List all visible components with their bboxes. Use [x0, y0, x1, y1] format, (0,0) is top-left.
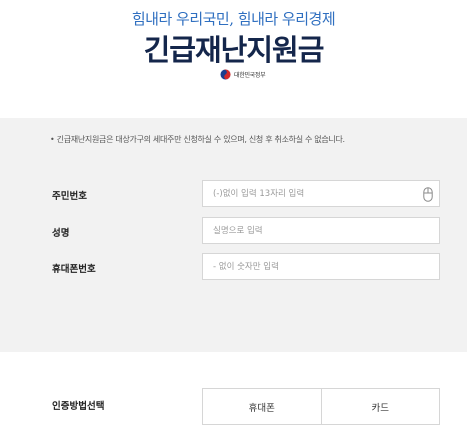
- government-name: 대한민국정부: [234, 71, 266, 79]
- phone-field: [202, 253, 440, 280]
- auth-method-section: 인증방법선택 휴대폰 카드: [0, 352, 467, 441]
- name-input[interactable]: [203, 218, 439, 244]
- auth-method-label: 인증방법선택: [52, 401, 105, 412]
- slogan: 힘내라 우리국민, 힘내라 우리경제: [131, 10, 336, 28]
- application-page: 힘내라 우리국민, 힘내라 우리경제 긴급재난지원금 대한민국정부 • 긴급재난…: [0, 0, 467, 441]
- auth-option-card[interactable]: 카드: [320, 389, 440, 424]
- header: 힘내라 우리국민, 힘내라 우리경제 긴급재난지원금 대한민국정부: [0, 0, 467, 118]
- application-form: • 긴급재난지원금은 대상가구의 세대주만 신청하실 수 있으며, 신청 후 취…: [0, 118, 467, 352]
- resident-number-label: 주민번호: [52, 191, 87, 202]
- phone-label: 휴대폰번호: [52, 264, 96, 275]
- notice-text: • 긴급재난지원금은 대상가구의 세대주만 신청하실 수 있으며, 신청 후 취…: [50, 135, 345, 144]
- page-title: 긴급재난지원금: [143, 33, 325, 67]
- government-logo: 대한민국정부: [220, 67, 266, 81]
- mouse-icon[interactable]: [423, 187, 433, 202]
- auth-method-tabs: 휴대폰 카드: [202, 388, 440, 425]
- name-field: [202, 217, 440, 244]
- resident-number-field: [202, 180, 440, 207]
- resident-number-input[interactable]: [203, 181, 439, 207]
- auth-option-phone[interactable]: 휴대폰: [203, 389, 321, 424]
- name-label: 성명: [52, 228, 70, 239]
- phone-input[interactable]: [203, 254, 439, 280]
- taegeuk-emblem-icon: [220, 68, 231, 80]
